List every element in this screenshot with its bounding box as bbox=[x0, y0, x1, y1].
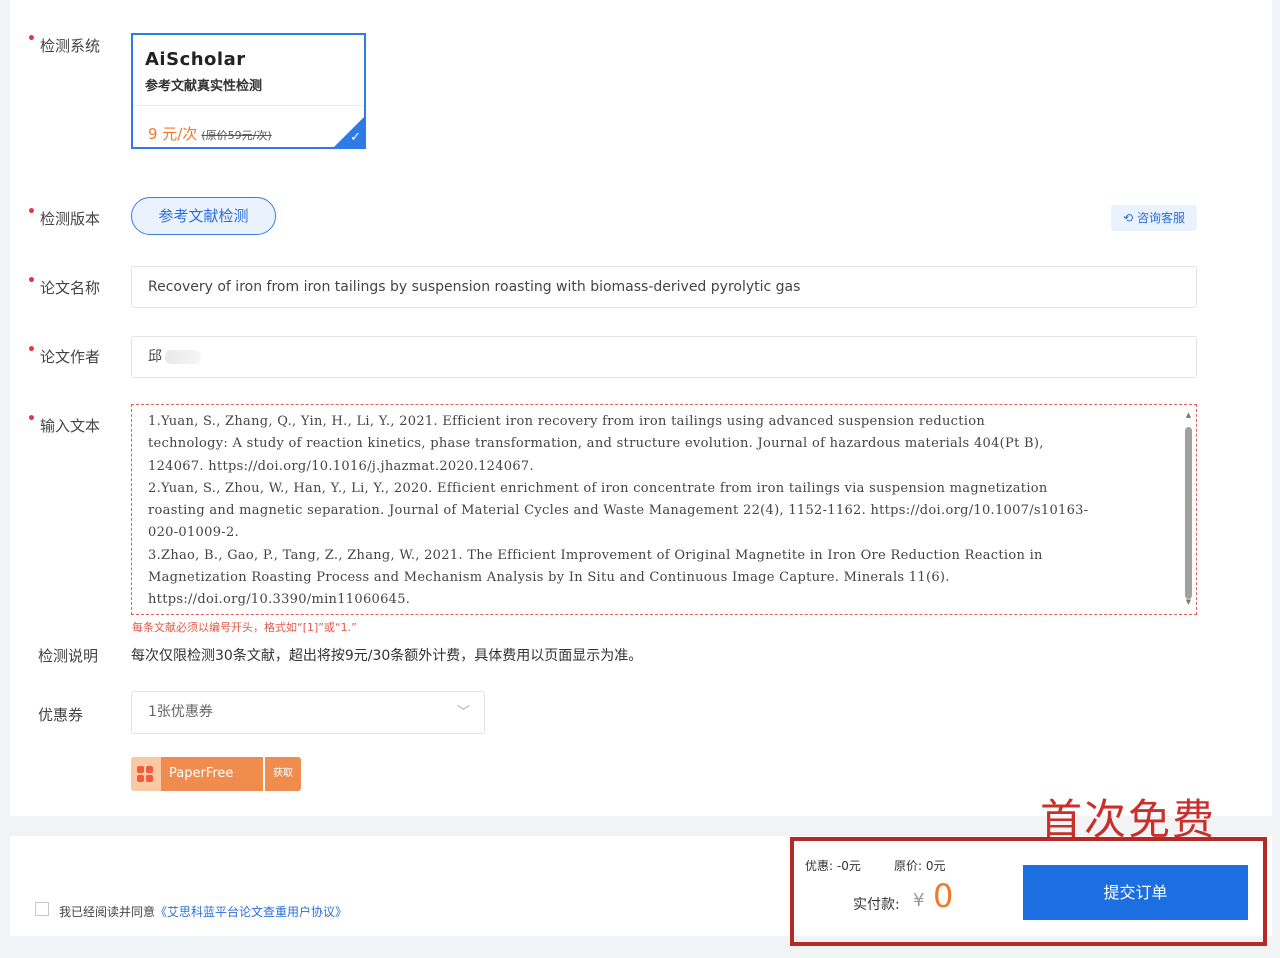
agreement-link[interactable]: 《艾思科蓝平台论文查重用户协议》 bbox=[155, 905, 347, 919]
system-card-aischolar[interactable]: AiScholar 参考文献真实性检测 9 元/次 (原价59元/次) ✓ bbox=[131, 33, 366, 149]
pay-amount: 0 bbox=[933, 877, 954, 915]
currency-symbol: ¥ bbox=[913, 890, 925, 911]
textarea-scrollbar[interactable]: ▲ ▼ bbox=[1184, 409, 1193, 609]
pay-label: 实付款: bbox=[853, 897, 900, 913]
check-icon: ✓ bbox=[350, 130, 361, 145]
refresh-icon: ⟲ bbox=[1123, 211, 1134, 225]
customer-service-button[interactable]: ⟲ 咨询客服 bbox=[1111, 205, 1197, 231]
agreement-checkbox[interactable] bbox=[35, 902, 49, 916]
original-price-text: 原价: 0元 bbox=[894, 859, 946, 873]
paperfree-banner[interactable]: PaperFree 获取 bbox=[131, 757, 301, 791]
desc-label: 检测说明 bbox=[38, 647, 99, 665]
card-original-price: (原价59元/次) bbox=[201, 129, 272, 142]
scroll-up-icon[interactable]: ▲ bbox=[1184, 411, 1193, 420]
redacted-name bbox=[165, 350, 201, 364]
system-label: • 检测系统 bbox=[27, 31, 101, 55]
text-label: • 输入文本 bbox=[27, 411, 101, 435]
scroll-thumb[interactable] bbox=[1185, 427, 1192, 599]
paper-author-input[interactable]: 邱 bbox=[131, 336, 1197, 378]
references-text[interactable]: 1.Yuan, S., Zhang, Q., Yin, H., Li, Y., … bbox=[148, 411, 1173, 612]
submit-order-button[interactable]: 提交订单 bbox=[1023, 865, 1248, 920]
scroll-down-icon[interactable]: ▼ bbox=[1184, 598, 1193, 607]
format-hint: 每条文献必须以编号开头，格式如“[1]”或“1.” bbox=[132, 621, 357, 634]
paper-title-input[interactable]: Recovery of iron from iron tailings by s… bbox=[131, 266, 1197, 308]
coupon-label: 优惠券 bbox=[38, 706, 84, 724]
card-divider bbox=[133, 105, 364, 106]
title-label: • 论文名称 bbox=[27, 273, 101, 297]
chevron-down-icon: ﹀ bbox=[456, 705, 470, 720]
paperfree-logo-icon bbox=[137, 766, 153, 782]
version-option-reference[interactable]: 参考文献检测 bbox=[131, 197, 276, 235]
references-textarea[interactable]: 1.Yuan, S., Zhang, Q., Yin, H., Li, Y., … bbox=[131, 404, 1197, 615]
version-label: • 检测版本 bbox=[27, 204, 101, 228]
author-label: • 论文作者 bbox=[27, 342, 101, 366]
paperfree-get-button[interactable]: 获取 bbox=[265, 757, 301, 791]
description-text: 每次仅限检测30条文献，超出将按9元/30条额外计费，具体费用以页面显示为准。 bbox=[131, 648, 643, 664]
coupon-select[interactable]: 1张优惠券 ﹀ bbox=[131, 691, 485, 734]
card-brand: AiScholar bbox=[145, 49, 246, 70]
card-price: 9 元/次 (原价59元/次) bbox=[148, 125, 272, 143]
agreement-text: 我已经阅读并同意《艾思科蓝平台论文查重用户协议》 bbox=[59, 905, 348, 919]
card-subtitle: 参考文献真实性检测 bbox=[145, 79, 263, 94]
paperfree-label[interactable]: PaperFree bbox=[131, 757, 263, 791]
discount-text: 优惠: -0元 bbox=[805, 859, 861, 873]
